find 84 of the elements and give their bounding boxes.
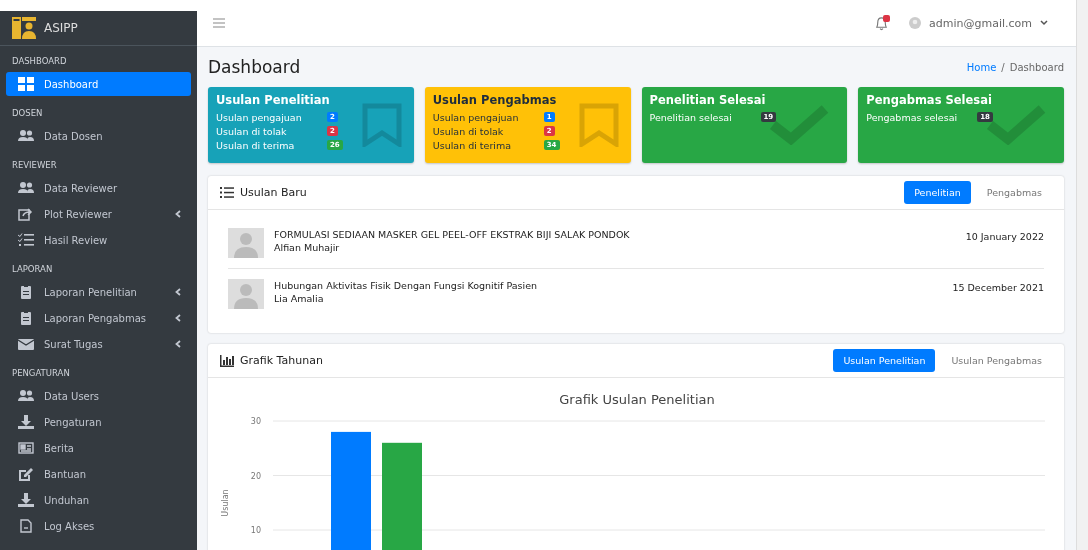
bar-chart-icon <box>220 354 234 367</box>
stat-label: Pengabmas selesai <box>866 111 959 123</box>
share-icon <box>18 207 34 221</box>
caret-icon <box>175 210 181 218</box>
sidebar-item[interactable]: Bantuan <box>6 462 191 486</box>
avatar-placeholder <box>228 228 264 258</box>
stat-label: Usulan pengajuan <box>216 111 303 123</box>
section-header: REVIEWER <box>11 159 58 172</box>
news-icon <box>18 441 34 455</box>
y-axis-label: Usulan <box>221 489 230 517</box>
brand-name[interactable]: ASIPP <box>44 21 78 35</box>
proposal-date: 15 December 2021 <box>952 281 1044 294</box>
card-title: Penelitian Selesai <box>649 93 767 107</box>
caret-icon <box>175 288 181 296</box>
proposal-author: Lia Amalia <box>274 292 325 305</box>
bookmark-icon <box>361 103 402 147</box>
clipboard-icon <box>18 285 34 299</box>
stat-label: Usulan pengajuan <box>432 111 520 123</box>
caret-icon <box>175 340 181 348</box>
stat-label: Usulan di tolak <box>216 125 288 137</box>
stat-label: Penelitian selesai <box>649 111 733 123</box>
caret-icon <box>175 314 181 322</box>
chevron-down-icon[interactable] <box>1040 20 1048 26</box>
sidebar-item[interactable]: Data Users <box>6 384 191 408</box>
sidebar-item[interactable]: Surat Tugas <box>6 332 191 356</box>
breadcrumb-separator: / <box>1001 61 1005 73</box>
sidebar-item[interactable]: Hasil Review <box>6 228 191 252</box>
sidebar-item[interactable]: Unduhan <box>6 488 191 512</box>
envelope-icon <box>18 337 34 351</box>
section-header: LAPORAN <box>11 263 54 276</box>
stat-label: Usulan di terima <box>432 139 513 151</box>
user-email[interactable]: admin@gmail.com <box>929 16 1032 30</box>
y-tick-label: 10 <box>250 526 261 535</box>
sidebar-item[interactable]: Log Akses <box>6 514 191 538</box>
proposal-date: 10 January 2022 <box>965 230 1044 243</box>
tab[interactable]: Usulan Pengabmas <box>941 349 1052 372</box>
avatar-icon <box>909 17 921 29</box>
users-icon <box>18 129 34 143</box>
panel-title: Grafik Tahunan <box>240 354 323 367</box>
card-title: Pengabmas Selesai <box>866 93 993 107</box>
grid-icon <box>18 77 34 91</box>
proposal-title[interactable]: Hubungan Aktivitas Fisik Dengan Fungsi Kognitif Pasien <box>274 279 943 292</box>
card-title: Usulan Pengabmas <box>432 93 558 107</box>
scrollbar[interactable] <box>1076 0 1088 550</box>
sidebar-item[interactable]: Plot Reviewer <box>6 202 191 226</box>
sidebar-item[interactable]: Laporan Pengabmas <box>6 306 191 330</box>
panel-title: Usulan Baru <box>240 186 307 199</box>
users-icon <box>18 181 34 195</box>
y-tick-label: 20 <box>250 471 261 481</box>
download-icon <box>18 493 34 507</box>
tasks-icon <box>18 233 34 247</box>
section-header: PENGATURAN <box>11 367 71 380</box>
avatar-placeholder <box>228 279 264 309</box>
sidebar-item[interactable]: Data Reviewer <box>6 176 191 200</box>
y-tick-label: 30 <box>250 417 261 426</box>
tab[interactable]: Penelitian <box>904 181 971 204</box>
sidebar-item[interactable]: Dashboard <box>6 72 191 96</box>
section-header: DOSEN <box>11 107 44 120</box>
notification-bell-icon[interactable] <box>874 15 889 31</box>
bookmark-icon <box>578 103 619 147</box>
file-icon <box>18 519 34 533</box>
list-icon <box>220 187 234 198</box>
proposal-author: Alfian Muhajir <box>274 241 341 254</box>
sidebar-item[interactable]: Pengaturan <box>6 410 191 434</box>
proposal-title[interactable]: FORMULASI SEDIAAN MASKER GEL PEEL-OFF EKSTRAK BIJI SALAK PONDOK <box>274 228 956 241</box>
download-icon <box>18 415 34 429</box>
breadcrumb-link[interactable]: Home <box>966 61 997 73</box>
breadcrumb-current: Dashboard <box>1009 61 1064 73</box>
card-title: Usulan Penelitian <box>216 93 331 107</box>
tab[interactable]: Pengabmas <box>976 181 1052 204</box>
page-title: Dashboard <box>208 57 302 77</box>
clipboard-icon <box>18 311 34 325</box>
edit-icon <box>18 467 34 481</box>
logo-icon <box>12 17 36 39</box>
sidebar-item[interactable]: Berita <box>6 436 191 460</box>
section-header: DASHBOARD <box>11 55 68 68</box>
notification-badge <box>883 14 890 22</box>
stat-label: Usulan di terima <box>216 139 296 151</box>
sidebar-item[interactable]: Data Dosen <box>6 124 191 148</box>
users-icon <box>18 389 34 403</box>
stat-label: Usulan di tolak <box>432 125 505 137</box>
sidebar-item[interactable]: Laporan Penelitian <box>6 280 191 304</box>
chart-title: Grafik Usulan Penelitian <box>559 392 715 407</box>
tab[interactable]: Usulan Penelitian <box>833 349 936 372</box>
